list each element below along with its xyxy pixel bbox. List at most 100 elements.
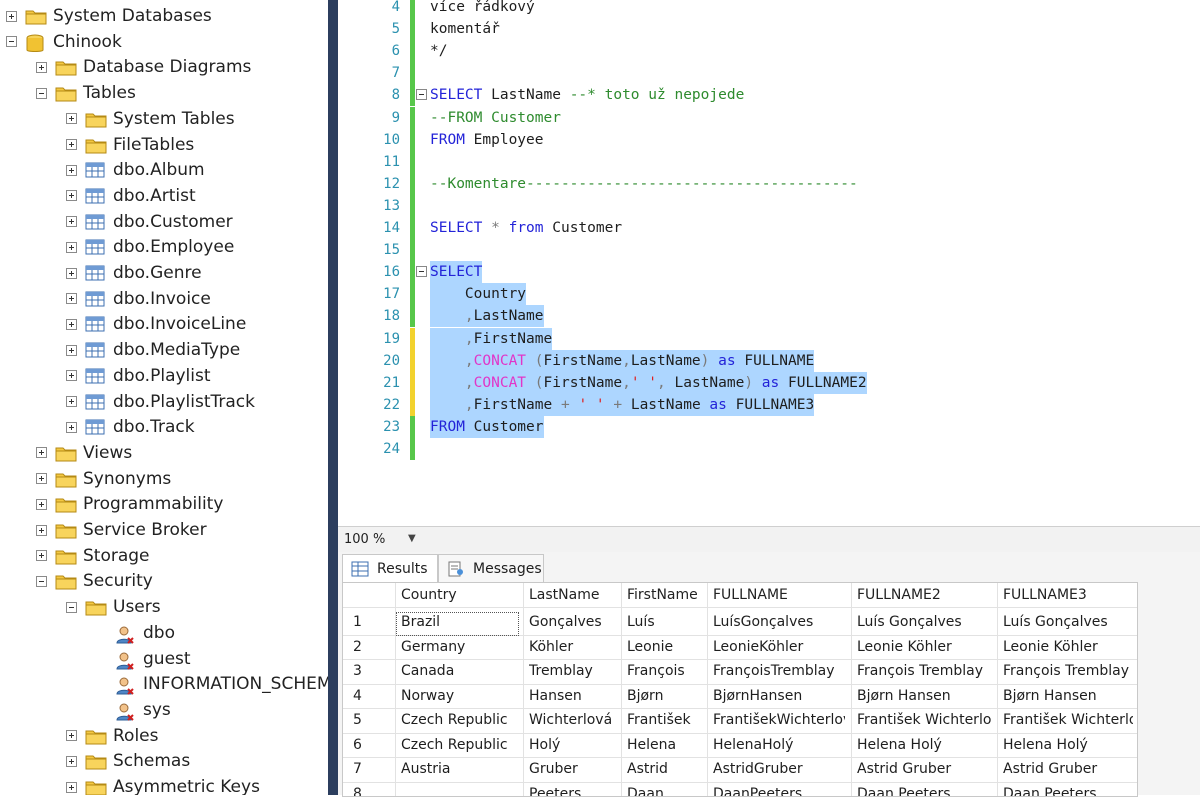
tree-node-information-schema[interactable]: INFORMATION_SCHEMA [96,672,328,696]
expand-icon[interactable] [66,370,77,381]
code-line[interactable]: 4více řádkový [338,0,1200,18]
grid-cell[interactable]: Leonie [627,639,701,655]
code-line[interactable]: 21 ,CONCAT (FirstName,' ', LastName) as … [338,372,1200,394]
tree-node-dbo-playlist[interactable]: dbo.Playlist [66,364,211,388]
row-number[interactable]: 7 [353,761,389,777]
row-number[interactable]: 1 [353,614,389,630]
expand-icon[interactable] [66,190,77,201]
grid-cell[interactable]: Luís [627,614,701,630]
column-header[interactable]: FirstName [627,587,701,603]
grid-cell[interactable]: FrançoisTremblay [713,663,845,679]
code-line[interactable]: 13 [338,195,1200,217]
code-line[interactable]: 19 ,FirstName [338,328,1200,350]
expand-icon[interactable] [36,473,47,484]
tab-messages[interactable]: Messages [438,554,544,582]
tree-node-dbo[interactable]: dbo [96,621,175,645]
grid-cell[interactable]: Leonie Köhler [1003,639,1133,655]
code-line[interactable]: 17 Country [338,283,1200,305]
grid-cell[interactable]: František Wichterlová [857,712,991,728]
tree-node-guest[interactable]: guest [96,647,191,671]
tree-node-dbo-artist[interactable]: dbo.Artist [66,184,196,208]
tree-node-system-tables[interactable]: System Tables [66,107,235,131]
expand-icon[interactable] [66,396,77,407]
row-number[interactable]: 3 [353,663,389,679]
grid-cell[interactable]: HelenaHolý [713,737,845,753]
grid-cell[interactable]: Daan [627,786,701,797]
tree-node-dbo-invoice[interactable]: dbo.Invoice [66,287,211,311]
column-header[interactable]: LastName [529,587,615,603]
expand-icon[interactable] [66,782,77,793]
code-line[interactable]: 6*/ [338,40,1200,62]
collapse-icon[interactable] [6,36,17,47]
expand-icon[interactable] [6,11,17,22]
grid-cell[interactable]: Tremblay [529,663,615,679]
chevron-down-icon[interactable]: ▼ [408,533,416,544]
expand-icon[interactable] [66,293,77,304]
grid-cell[interactable]: Norway [401,688,517,704]
grid-cell[interactable]: DaanPeeters [713,786,845,797]
collapse-icon[interactable] [416,266,427,277]
tree-node-tables[interactable]: Tables [36,81,136,105]
grid-cell[interactable]: Gruber [529,761,615,777]
code-line[interactable]: 5komentář [338,18,1200,40]
tree-node-dbo-album[interactable]: dbo.Album [66,158,205,182]
tree-node-dbo-customer[interactable]: dbo.Customer [66,210,233,234]
code-line[interactable]: 22 ,FirstName + ' ' + LastName as FULLNA… [338,394,1200,416]
code-line[interactable]: 16SELECT [338,261,1200,283]
grid-cell[interactable]: François Tremblay [857,663,991,679]
expand-icon[interactable] [66,422,77,433]
code-line[interactable]: 12--Komentare---------------------------… [338,173,1200,195]
code-line[interactable]: 18 ,LastName [338,305,1200,327]
code-line[interactable]: 7 [338,62,1200,84]
expand-icon[interactable] [66,319,77,330]
tree-node-asymmetric-keys[interactable]: Asymmetric Keys [66,775,260,795]
code-line[interactable]: 11 [338,151,1200,173]
tree-node-programmability[interactable]: Programmability [36,492,223,516]
column-header[interactable]: Country [401,587,517,603]
grid-cell[interactable]: Leonie Köhler [857,639,991,655]
expand-icon[interactable] [66,216,77,227]
grid-cell[interactable]: Helena Holý [1003,737,1133,753]
expand-icon[interactable] [66,242,77,253]
pane-splitter[interactable] [328,0,338,795]
query-editor[interactable]: 4více řádkový5komentář6*/78SELECT LastNa… [338,0,1200,522]
tree-node-dbo-employee[interactable]: dbo.Employee [66,235,234,259]
grid-cell[interactable]: Wichterlová [529,712,615,728]
grid-cell[interactable]: Austria [401,761,517,777]
tree-node-filetables[interactable]: FileTables [66,133,194,157]
column-header[interactable]: FULLNAME2 [857,587,991,603]
collapse-icon[interactable] [416,89,427,100]
expand-icon[interactable] [66,113,77,124]
tree-node-roles[interactable]: Roles [66,724,159,748]
grid-cell[interactable]: Gonçalves [529,614,615,630]
grid-cell[interactable]: Peeters [529,786,615,797]
code-line[interactable]: 23FROM Customer [338,416,1200,438]
grid-cell[interactable]: Daan Peeters [1003,786,1133,797]
tab-results[interactable]: Results [342,554,438,582]
collapse-icon[interactable] [36,576,47,587]
grid-cell[interactable]: Hansen [529,688,615,704]
grid-cell[interactable]: Bjørn Hansen [1003,688,1133,704]
row-number[interactable]: 2 [353,639,389,655]
grid-cell[interactable]: František [627,712,701,728]
expand-icon[interactable] [36,499,47,510]
tree-node-dbo-playlisttrack[interactable]: dbo.PlaylistTrack [66,390,255,414]
grid-cell[interactable]: Bjørn Hansen [857,688,991,704]
grid-cell[interactable]: AstridGruber [713,761,845,777]
expand-icon[interactable] [66,345,77,356]
zoom-level-select[interactable]: 100 % [344,532,385,547]
grid-cell[interactable]: Canada [401,663,517,679]
grid-cell[interactable]: Astrid Gruber [1003,761,1133,777]
code-line[interactable]: 8SELECT LastName --* toto už nepojede [338,84,1200,106]
row-number[interactable]: 6 [353,737,389,753]
grid-cell[interactable]: Helena Holý [857,737,991,753]
grid-cell[interactable]: Germany [401,639,517,655]
grid-cell[interactable]: BjørnHansen [713,688,845,704]
tree-node-system-databases[interactable]: System Databases [6,4,212,28]
expand-icon[interactable] [66,165,77,176]
row-number[interactable]: 8 [353,786,389,797]
code-line[interactable]: 15 [338,239,1200,261]
expand-icon[interactable] [66,756,77,767]
grid-cell[interactable]: Bjørn [627,688,701,704]
tree-node-service-broker[interactable]: Service Broker [36,518,207,542]
